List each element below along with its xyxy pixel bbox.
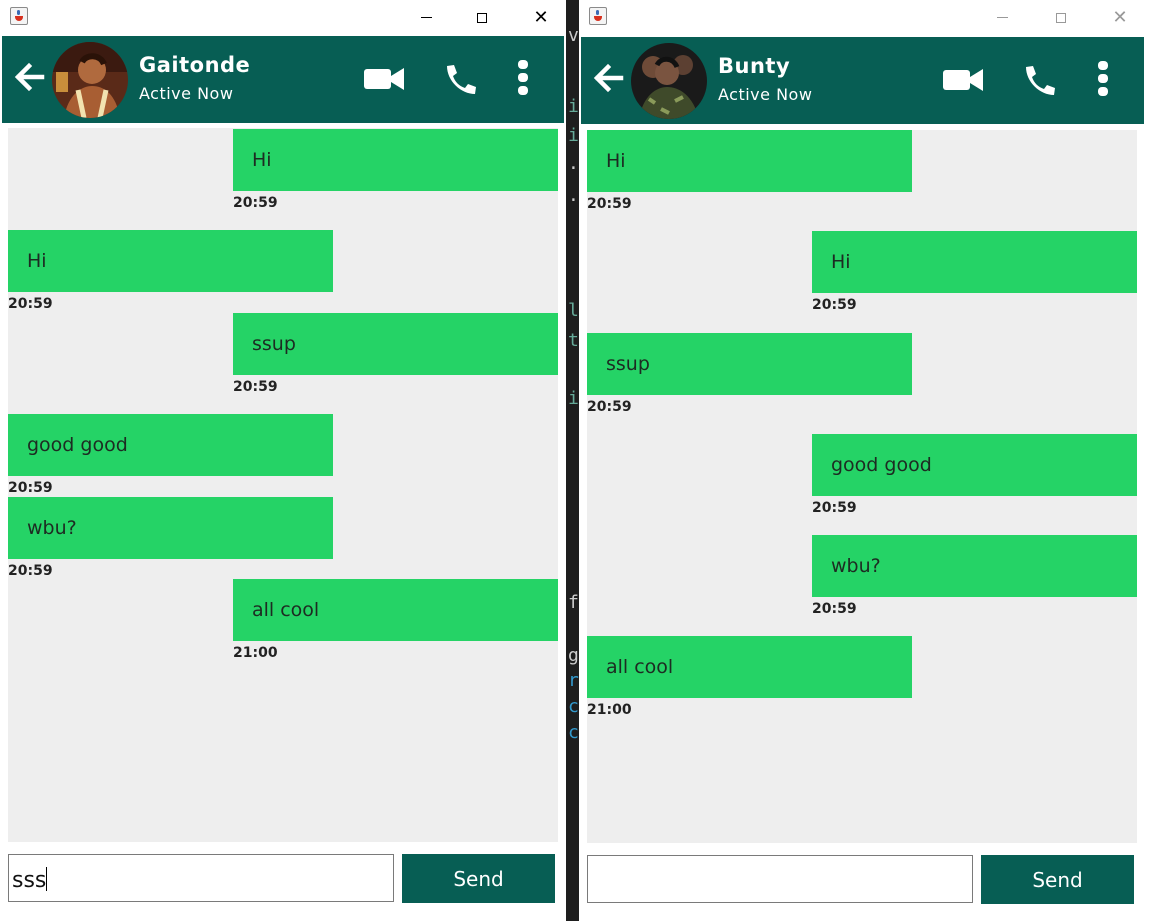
message-bubble: ssup bbox=[587, 333, 912, 395]
arrow-left-icon[interactable] bbox=[591, 61, 625, 95]
avatar[interactable] bbox=[52, 42, 128, 118]
background-editor-strip: v i i · · l t i f g r c c bbox=[566, 0, 579, 921]
video-camera-icon[interactable] bbox=[943, 68, 983, 92]
more-vertical-icon[interactable] bbox=[517, 60, 529, 96]
send-button[interactable]: Send bbox=[981, 855, 1134, 904]
message-time: 21:00 bbox=[233, 645, 278, 661]
message-bubble: all cool bbox=[233, 579, 558, 641]
message-list[interactable]: Hi 20:59 Hi 20:59 ssup 20:59 good good 2… bbox=[8, 128, 558, 842]
message-list[interactable]: Hi 20:59 Hi 20:59 ssup 20:59 good good 2… bbox=[587, 130, 1137, 843]
message-time: 21:00 bbox=[587, 702, 632, 718]
close-icon: ✕ bbox=[533, 6, 549, 28]
message-bubble: wbu? bbox=[812, 535, 1137, 597]
message-time: 20:59 bbox=[812, 500, 857, 516]
phone-icon[interactable] bbox=[443, 63, 477, 95]
maximize-button[interactable] bbox=[1038, 0, 1084, 35]
close-button[interactable]: ✕ bbox=[518, 0, 564, 35]
message-input[interactable] bbox=[587, 855, 973, 903]
avatar[interactable] bbox=[631, 43, 707, 119]
phone-icon[interactable] bbox=[1022, 64, 1056, 96]
message-input[interactable]: sss bbox=[8, 854, 394, 902]
maximize-icon bbox=[477, 12, 487, 23]
message-time: 20:59 bbox=[812, 601, 857, 617]
message-time: 20:59 bbox=[233, 195, 278, 211]
text-caret bbox=[46, 867, 48, 891]
contact-name: Gaitonde bbox=[139, 53, 251, 77]
minimize-icon bbox=[996, 17, 1008, 18]
message-bubble: Hi bbox=[587, 130, 912, 192]
send-button[interactable]: Send bbox=[402, 854, 555, 903]
message-time: 20:59 bbox=[8, 480, 53, 496]
contact-status: Active Now bbox=[139, 84, 234, 103]
message-bubble: Hi bbox=[8, 230, 333, 292]
message-bubble: good good bbox=[812, 434, 1137, 496]
message-time: 20:59 bbox=[8, 563, 53, 579]
contact-status: Active Now bbox=[718, 85, 813, 104]
message-time: 20:59 bbox=[587, 399, 632, 415]
minimize-icon bbox=[420, 17, 432, 18]
maximize-button[interactable] bbox=[459, 0, 505, 35]
chat-window-bunty: ✕ Bunty Active Now Hi 20:59 Hi 20:59 ssu… bbox=[579, 0, 1150, 921]
message-time: 20:59 bbox=[587, 196, 632, 212]
close-button[interactable]: ✕ bbox=[1097, 0, 1143, 35]
message-time: 20:59 bbox=[8, 296, 53, 312]
message-bubble: wbu? bbox=[8, 497, 333, 559]
java-icon bbox=[10, 7, 28, 25]
title-bar[interactable]: ✕ bbox=[0, 0, 566, 35]
arrow-left-icon[interactable] bbox=[12, 60, 46, 94]
message-time: 20:59 bbox=[233, 379, 278, 395]
maximize-icon bbox=[1056, 12, 1066, 23]
close-icon: ✕ bbox=[1112, 6, 1128, 28]
message-bubble: all cool bbox=[587, 636, 912, 698]
chat-header: Bunty Active Now bbox=[581, 37, 1144, 124]
message-bubble: good good bbox=[8, 414, 333, 476]
java-icon bbox=[589, 7, 607, 25]
video-camera-icon[interactable] bbox=[364, 67, 404, 91]
title-bar[interactable]: ✕ bbox=[579, 0, 1150, 35]
chat-window-gaitonde: ✕ Gaitonde Active Now Hi 20:59 Hi 20:59 … bbox=[0, 0, 566, 921]
message-bubble: Hi bbox=[233, 129, 558, 191]
more-vertical-icon[interactable] bbox=[1097, 61, 1109, 97]
minimize-button[interactable] bbox=[979, 0, 1025, 35]
message-bubble: ssup bbox=[233, 313, 558, 375]
message-time: 20:59 bbox=[812, 297, 857, 313]
message-bubble: Hi bbox=[812, 231, 1137, 293]
contact-name: Bunty bbox=[718, 54, 791, 78]
minimize-button[interactable] bbox=[403, 0, 449, 35]
chat-header: Gaitonde Active Now bbox=[2, 36, 564, 123]
message-input-value: sss bbox=[12, 868, 47, 893]
